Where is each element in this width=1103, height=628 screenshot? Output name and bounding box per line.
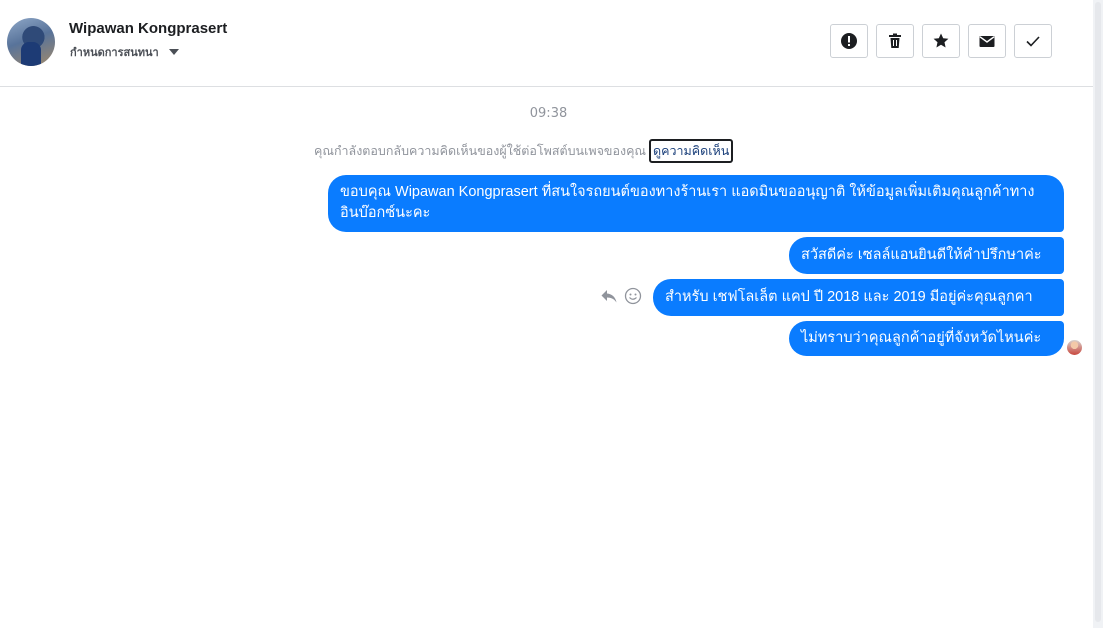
contact-avatar[interactable] bbox=[7, 18, 55, 66]
reply-icon[interactable] bbox=[600, 287, 618, 305]
checkmark-icon bbox=[1026, 36, 1040, 47]
done-button[interactable] bbox=[1014, 24, 1052, 58]
message-hover-actions bbox=[600, 287, 642, 305]
report-button[interactable] bbox=[830, 24, 868, 58]
conversation-header: Wipawan Kongprasert กำหนดการสนทนา bbox=[0, 0, 1093, 87]
star-icon bbox=[933, 33, 949, 48]
notice-text: คุณกำลังตอบกลับความคิดเห็นของผู้ใช้ต่อโพ… bbox=[314, 143, 647, 158]
seen-avatar bbox=[1067, 340, 1082, 355]
message-bubble[interactable]: ไม่ทราบว่าคุณลูกค้าอยู่ที่จังหวัดไหนค่ะ bbox=[789, 321, 1064, 356]
vertical-scrollbar[interactable] bbox=[1093, 0, 1103, 628]
header-actions bbox=[830, 24, 1052, 58]
message-timestamp: 09:38 bbox=[529, 106, 568, 121]
view-comment-link[interactable]: ดูความคิดเห็น bbox=[649, 139, 734, 163]
conversation-options-dropdown[interactable]: กำหนดการสนทนา bbox=[70, 43, 179, 61]
delete-button[interactable] bbox=[876, 24, 914, 58]
caret-down-icon bbox=[168, 49, 179, 55]
message-bubble[interactable]: สวัสดีค่ะ เซลล์แอนยินดีให้คำปรึกษาค่ะ bbox=[789, 237, 1064, 274]
conversation-options-label: กำหนดการสนทนา bbox=[70, 46, 159, 59]
trash-icon bbox=[889, 33, 901, 48]
mark-unread-button[interactable] bbox=[968, 24, 1006, 58]
message-bubble[interactable]: สำหรับ เชฟโลเล็ต แคป ปี 2018 และ 2019 มี… bbox=[653, 279, 1064, 316]
envelope-icon bbox=[979, 36, 995, 47]
comment-reply-notice: คุณกำลังตอบกลับความคิดเห็นของผู้ใช้ต่อโพ… bbox=[314, 139, 734, 163]
alert-icon bbox=[841, 33, 857, 49]
message-bubble[interactable]: ขอบคุณ Wipawan Kongprasert ที่สนใจรถยนต์… bbox=[328, 175, 1064, 232]
emoji-reaction-icon[interactable] bbox=[624, 287, 642, 305]
contact-name[interactable]: Wipawan Kongprasert bbox=[69, 20, 227, 37]
star-button[interactable] bbox=[922, 24, 960, 58]
scrollbar-thumb[interactable] bbox=[1095, 2, 1101, 622]
